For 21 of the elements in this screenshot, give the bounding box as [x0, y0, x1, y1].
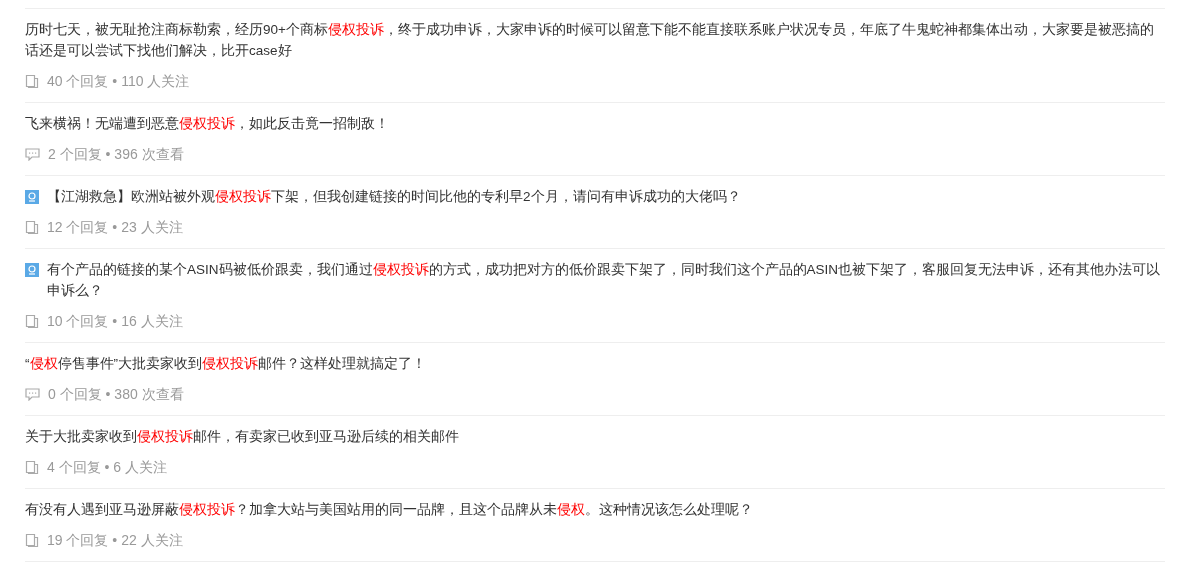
post-title[interactable]: 历时七天，被无耻抢注商标勒索，经历90+个商标侵权投诉，终于成功申诉，大家申诉的时候可以留意下能不能直接联系账户状况专员，年底了牛鬼蛇神都集体出动，大家要是被恶搞的话还是可以尝试下找他们解决，比开case好 [25, 19, 1165, 61]
post-stats: 19 个回复 • 22 人关注 [47, 530, 183, 550]
post-title[interactable]: 飞来横祸！无端遭到恶意侵权投诉，如此反击竟一招制敌！ [25, 113, 389, 134]
page-icon [25, 74, 39, 88]
post-stats: 4 个回复 • 6 人关注 [47, 457, 168, 477]
post-stats: 40 个回复 • 110 人关注 [47, 71, 190, 91]
comment-icon [25, 147, 40, 161]
post-title[interactable]: 【江湖救急】欧洲站被外观侵权投诉下架，但我创建链接的时间比他的专利早2个月，请问有申诉成功的大佬吗？ [47, 186, 741, 207]
post-title[interactable]: “侵权停售事件”大批卖家收到侵权投诉邮件？这样处理就搞定了！ [25, 353, 426, 374]
post-title[interactable]: 有个产品的链接的某个ASIN码被低价跟卖，我们通过侵权投诉的方式，成功把对方的低价跟卖下架了，同时我们这个产品的ASIN也被下架了，客服回复无法申诉，还有其他办法可以申诉么？ [47, 259, 1165, 301]
post-stats: 12 个回复 • 23 人关注 [47, 217, 183, 237]
post-stats: 0 个回复 • 380 次查看 [48, 384, 184, 404]
page-icon [25, 220, 39, 234]
comment-icon [25, 387, 40, 401]
page-icon [25, 460, 39, 474]
post-stats: 10 个回复 • 16 人关注 [47, 311, 183, 331]
post-stats: 2 个回复 • 396 次查看 [48, 144, 184, 164]
post-title[interactable]: 关于大批卖家收到侵权投诉邮件，有卖家已收到亚马逊后续的相关邮件 [25, 426, 459, 447]
page-icon [25, 314, 39, 328]
post-title[interactable]: 有没有人遇到亚马逊屏蔽侵权投诉？加拿大站与美国站用的同一品牌，且这个品牌从未侵权。这种情况该怎么处理呢？ [25, 499, 753, 520]
page-icon [25, 533, 39, 547]
